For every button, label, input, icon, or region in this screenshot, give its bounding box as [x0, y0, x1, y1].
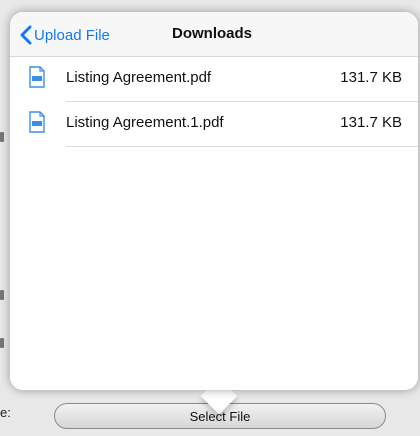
downloads-popover: Upload File Downloads Listing Agreement.… — [10, 12, 418, 390]
page-title: Downloads — [172, 25, 253, 42]
file-row[interactable]: Listing Agreement.1.pdf 131.7 KB — [10, 102, 418, 146]
background-edge-mark — [0, 290, 4, 300]
field-label: e: — [0, 405, 11, 420]
chevron-left-icon — [20, 24, 34, 46]
background-edge-mark — [0, 132, 4, 142]
background-edge-mark — [0, 338, 4, 348]
file-name: Listing Agreement.pdf — [66, 69, 212, 86]
back-button[interactable]: Upload File — [20, 24, 110, 46]
file-row[interactable]: Listing Agreement.pdf 131.7 KB — [10, 57, 418, 101]
file-name: Listing Agreement.1.pdf — [66, 114, 224, 131]
pdf-file-icon — [29, 111, 45, 133]
navigation-bar: Upload File Downloads — [10, 12, 418, 57]
file-size: 131.7 KB — [340, 69, 402, 86]
file-size: 131.7 KB — [340, 114, 402, 131]
row-divider — [66, 146, 418, 147]
back-button-label: Upload File — [34, 26, 110, 44]
pdf-file-icon — [29, 66, 45, 88]
